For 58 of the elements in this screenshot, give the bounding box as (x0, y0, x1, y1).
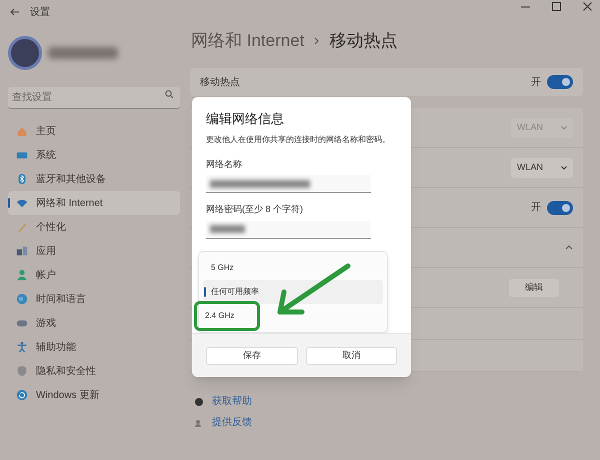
bluetooth-icon (16, 173, 28, 185)
wifi-icon (16, 197, 28, 209)
band-option[interactable]: 5 GHz (203, 256, 383, 280)
maximize-icon[interactable] (552, 2, 561, 11)
toggle-state: 开 (531, 76, 541, 90)
toggle-switch[interactable] (547, 200, 573, 214)
home-icon (16, 125, 28, 137)
band-option[interactable]: 2.4 GHz (197, 304, 257, 328)
toggle-switch[interactable] (547, 75, 573, 89)
nav-item[interactable]: 辅助功能 (8, 335, 180, 359)
dialog-button[interactable]: 取消 (306, 346, 397, 364)
globe-icon (16, 293, 28, 305)
setting-label: 移动热点 (200, 76, 240, 90)
blurred-value (210, 225, 245, 233)
blurred-user-name (48, 47, 118, 59)
toggle-state: 开 (531, 201, 541, 215)
nav-item[interactable]: 个性化 (8, 215, 180, 239)
dialog-button[interactable]: 保存 (206, 346, 298, 364)
nav-item[interactable]: 应用 (8, 239, 180, 263)
text-field[interactable] (206, 175, 371, 193)
accessibility-icon (16, 341, 28, 353)
field-label: 网络密码(至少 8 个字符) (206, 203, 304, 216)
nav-item[interactable]: 隐私和安全性 (8, 359, 180, 383)
nav-item[interactable]: 系统 (8, 143, 180, 167)
footer-link[interactable]: 获取帮助 (212, 394, 252, 409)
avatar (8, 36, 42, 70)
field-label: 网络名称 (206, 158, 243, 170)
search-field[interactable]: 查找设置 (8, 87, 180, 109)
breadcrumb-current: 移动热点 (329, 30, 398, 52)
dialog-title: 编辑网络信息 (206, 110, 285, 128)
close-icon[interactable] (583, 2, 592, 11)
feedback-icon (194, 418, 204, 428)
window-title: 设置 (30, 6, 50, 20)
band-option[interactable]: 任何可用频率 (203, 280, 383, 304)
chevron-right-icon (314, 37, 320, 45)
dialog-description: 更改他人在使用你共享的连接时的网络名称和密码。 (206, 134, 391, 146)
nav-item[interactable]: 网络和 Internet (8, 191, 180, 215)
nav-item[interactable]: 时间和语言 (8, 287, 180, 311)
apps-icon (16, 245, 28, 257)
chevron-down-icon (561, 126, 567, 130)
back-icon[interactable] (10, 8, 20, 16)
chevron-up-icon[interactable] (565, 245, 573, 250)
footer-link[interactable]: 提供反馈 (212, 415, 252, 430)
nav-item[interactable]: 游戏 (8, 311, 180, 335)
nav-item[interactable]: 主页 (8, 119, 180, 143)
breadcrumb-parent[interactable]: 网络和 Internet (191, 28, 304, 54)
nav-item[interactable]: 帐户 (8, 263, 180, 287)
refresh-icon (16, 389, 28, 401)
pencil-icon (16, 221, 28, 233)
dropdown[interactable]: WLAN (511, 158, 573, 178)
search-icon (165, 90, 174, 99)
text-field[interactable] (206, 220, 371, 238)
nav-item[interactable]: 蓝牙和其他设备 (8, 167, 180, 191)
shield-icon (16, 365, 28, 377)
nav-item[interactable]: Windows 更新 (8, 383, 180, 407)
edit-button[interactable]: 编辑 (509, 278, 559, 296)
person-icon (16, 269, 28, 281)
chevron-down-icon (561, 166, 567, 170)
